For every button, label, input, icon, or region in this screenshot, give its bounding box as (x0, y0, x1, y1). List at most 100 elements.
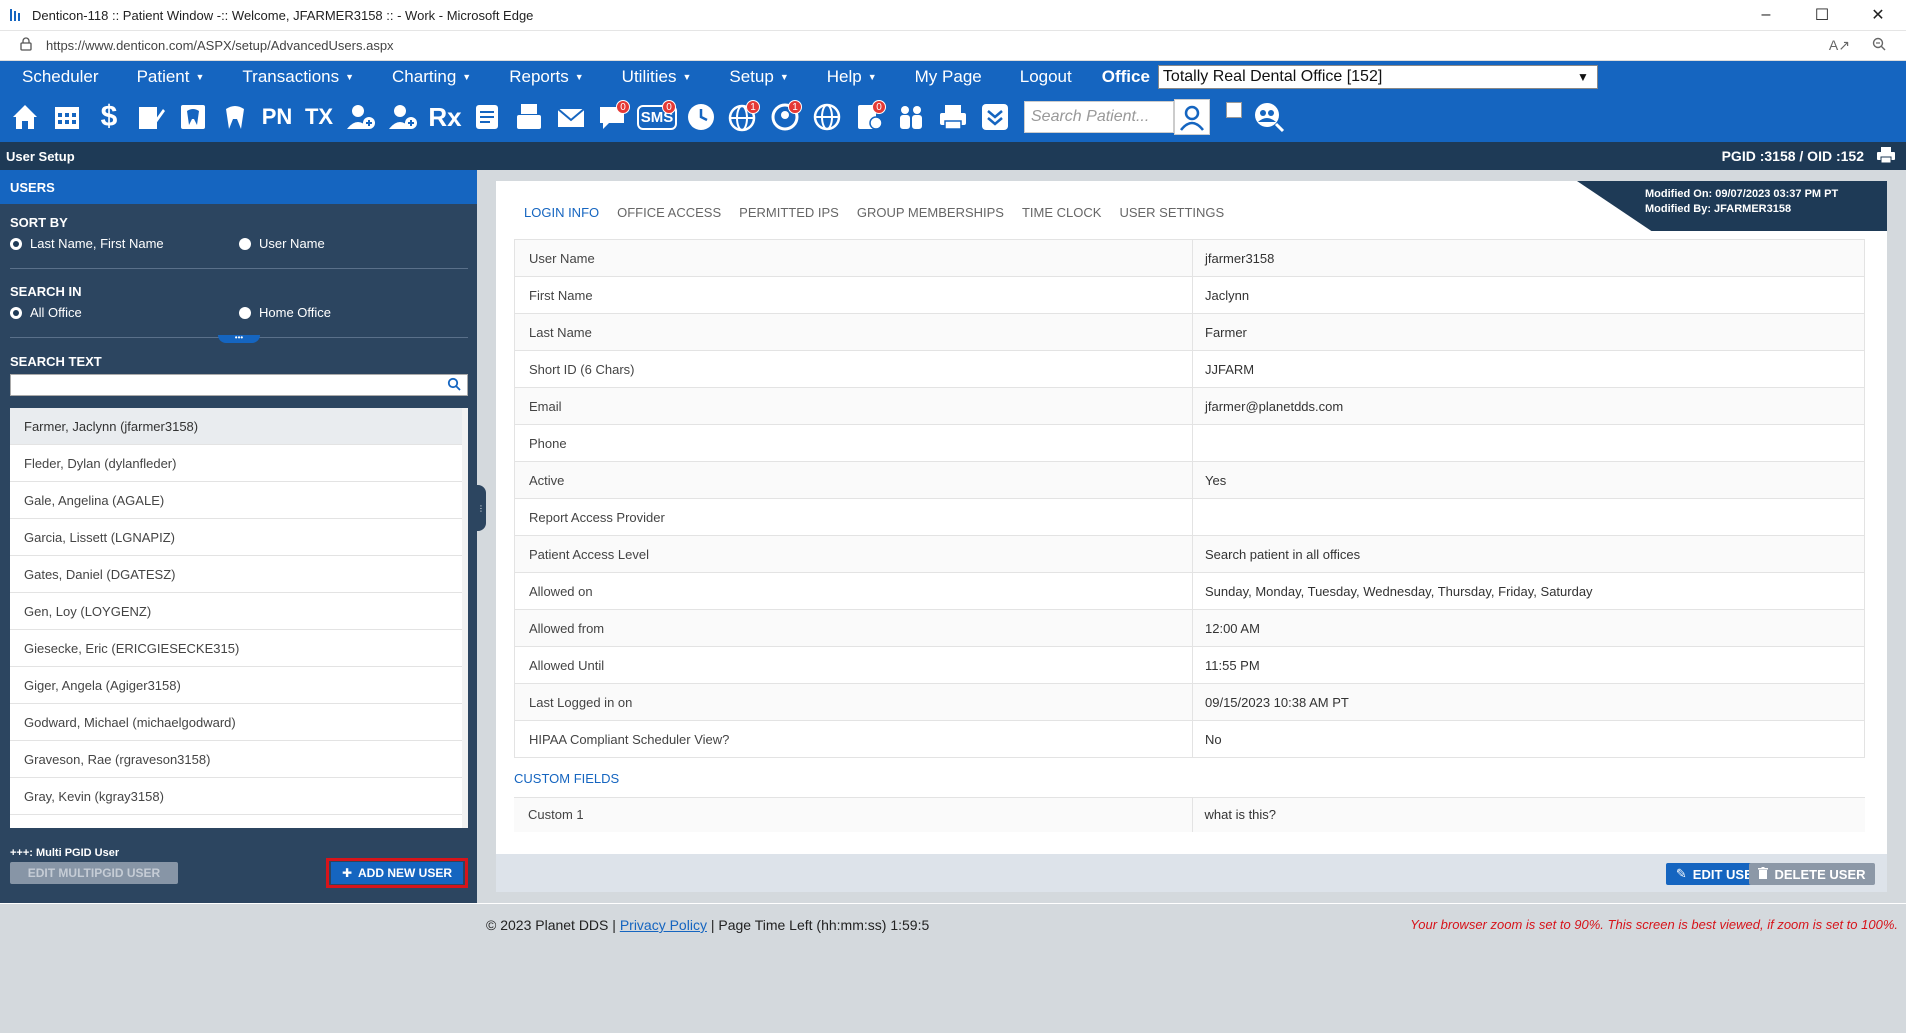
edit-multipgid-user-button[interactable]: EDIT MULTIPGID USER (10, 862, 178, 884)
zoom-icon[interactable] (1872, 37, 1886, 54)
radio-unselected-icon (239, 306, 251, 319)
user-list-item[interactable]: Giesecke, Eric (ERICGIESECKE315) (10, 630, 462, 667)
tab-permitted-ips[interactable]: PERMITTED IPS (739, 205, 839, 220)
user-list-item[interactable]: Gates, Daniel (DGATESZ) (10, 556, 462, 593)
menu-patient[interactable]: Patient ▼ (115, 67, 221, 87)
url-text[interactable]: https://www.denticon.com/ASPX/setup/Adva… (46, 38, 394, 53)
user-list-item[interactable]: Graveson, Rae (rgraveson3158) (10, 741, 462, 778)
sms-icon[interactable]: SMS 0 (636, 96, 678, 138)
toolbar-checkbox[interactable] (1226, 102, 1242, 118)
patient-insurance-icon[interactable] (384, 96, 422, 138)
menu-transactions[interactable]: Transactions ▼ (220, 67, 370, 87)
menu-my-page[interactable]: My Page (893, 67, 998, 87)
field-value: No (1192, 720, 1865, 758)
table-row: Patient Access Level Search patient in al… (514, 535, 1865, 573)
maximize-icon[interactable]: ☐ (1794, 0, 1850, 31)
form-check-icon[interactable]: 0 (850, 96, 888, 138)
tab-group-memberships[interactable]: GROUP MEMBERSHIPS (857, 205, 1004, 220)
menu-reports[interactable]: Reports ▼ (487, 67, 599, 87)
lock-icon[interactable] (20, 37, 32, 54)
message-icon[interactable]: 0 (594, 96, 632, 138)
field-value: Farmer (1192, 313, 1865, 351)
dollar-icon[interactable]: $ (90, 96, 128, 138)
table-row: Allowed on Sunday, Monday, Tuesday, Wedne… (514, 572, 1865, 610)
user-list-item[interactable]: Farmer, Jaclynn (jfarmer3158) (10, 408, 462, 445)
user-list-item[interactable]: Godward, Michael (michaelgodward) (10, 704, 462, 741)
field-label: Custom 1 (514, 797, 1193, 832)
menu-charting[interactable]: Charting ▼ (370, 67, 487, 87)
menu-utilities[interactable]: Utilities ▼ (600, 67, 708, 87)
sort-last-first-radio[interactable]: Last Name, First Name (10, 236, 164, 251)
table-row: Email jfarmer@planetdds.com (514, 387, 1865, 425)
web-globe-icon[interactable] (808, 96, 846, 138)
add-new-user-button[interactable]: ✚ ADD NEW USER (331, 862, 463, 884)
add-new-user-highlight: ✚ ADD NEW USER (326, 858, 468, 888)
support-icon[interactable]: 1 (766, 96, 804, 138)
panel-collapse-handle[interactable]: ⋮ (476, 485, 486, 531)
prescription-icon[interactable]: Rx (426, 96, 464, 138)
menu-setup[interactable]: Setup ▼ (707, 67, 804, 87)
tab-time-clock[interactable]: TIME CLOCK (1022, 205, 1101, 220)
family-icon[interactable] (892, 96, 930, 138)
tab-office-access[interactable]: OFFICE ACCESS (617, 205, 721, 220)
caret-down-icon: ▼ (779, 71, 789, 82)
add-patient-icon[interactable] (342, 96, 380, 138)
modified-on-text: Modified On: 09/07/2023 03:37 PM PT (1645, 188, 1839, 200)
tooth-icon[interactable] (216, 96, 254, 138)
tab-login-info[interactable]: LOGIN INFO (524, 205, 599, 220)
privacy-policy-link[interactable]: Privacy Policy (620, 917, 707, 933)
progress-notes-icon[interactable]: PN (258, 96, 296, 138)
globe-icon[interactable]: 1 (724, 96, 762, 138)
search-text-input[interactable] (10, 374, 468, 396)
clock-icon[interactable] (682, 96, 720, 138)
custom-fields-title: CUSTOM FIELDS (514, 771, 620, 786)
user-list-scrollbar[interactable] (462, 408, 468, 828)
menu-logout[interactable]: Logout (998, 67, 1088, 87)
group-search-icon[interactable] (1250, 96, 1288, 138)
user-list-item[interactable]: Gray, Kevin (kgray3158) (10, 778, 462, 815)
collapse-filters-handle[interactable]: ••• (218, 334, 260, 343)
close-icon[interactable]: ✕ (1850, 0, 1906, 31)
tooth-chart-icon[interactable] (174, 96, 212, 138)
table-row: Allowed Until 11:55 PM (514, 646, 1865, 684)
menu-help[interactable]: Help ▼ (805, 67, 893, 87)
field-value: JJFARM (1192, 350, 1865, 388)
calendar-icon[interactable] (48, 96, 86, 138)
minimize-icon[interactable]: – (1738, 0, 1794, 31)
document-icon[interactable] (468, 96, 506, 138)
user-list-item[interactable]: Garcia, Lissett (LGNAPIZ) (10, 519, 462, 556)
home-icon[interactable] (6, 96, 44, 138)
user-list-item[interactable]: Gale, Angelina (AGALE) (10, 482, 462, 519)
read-aloud-icon[interactable]: A↗ (1829, 37, 1850, 54)
field-value: jfarmer3158 (1192, 239, 1865, 277)
caret-down-icon: ▼ (345, 71, 355, 82)
search-patient-input[interactable]: Search Patient... (1024, 101, 1174, 133)
user-list-item[interactable]: Fleder, Dylan (dylanfleder) (10, 445, 462, 482)
patient-search-button[interactable] (1174, 99, 1210, 135)
field-label: Allowed on (514, 572, 1193, 610)
field-label: Last Name (514, 313, 1193, 351)
print-icon[interactable] (1876, 146, 1896, 167)
field-label: Allowed from (514, 609, 1193, 647)
treatment-icon[interactable]: TX (300, 96, 338, 138)
table-row: Phone (514, 424, 1865, 462)
table-row: Last Logged in on 09/15/2023 10:38 AM PT (514, 683, 1865, 721)
fax-icon[interactable] (510, 96, 548, 138)
expand-down-icon[interactable] (976, 96, 1014, 138)
search-all-office-radio[interactable]: All Office (10, 305, 82, 320)
notes-edit-icon[interactable] (132, 96, 170, 138)
office-select[interactable]: Totally Real Dental Office [152] ▼ (1157, 64, 1598, 89)
search-icon[interactable] (447, 377, 461, 394)
user-list-item[interactable]: Gen, Loy (LOYGENZ) (10, 593, 462, 630)
menu-scheduler[interactable]: Scheduler (0, 67, 115, 87)
tab-user-settings[interactable]: USER SETTINGS (1119, 205, 1224, 220)
field-value: Yes (1192, 461, 1865, 499)
sort-username-radio[interactable]: User Name (239, 236, 325, 251)
zoom-warning: Your browser zoom is set to 90%. This sc… (1410, 917, 1898, 932)
delete-user-button[interactable]: DELETE USER (1749, 863, 1875, 885)
field-label: Report Access Provider (514, 498, 1193, 536)
printer-icon[interactable] (934, 96, 972, 138)
user-list-item[interactable]: Giger, Angela (Agiger3158) (10, 667, 462, 704)
mail-icon[interactable] (552, 96, 590, 138)
search-home-office-radio[interactable]: Home Office (239, 305, 331, 320)
